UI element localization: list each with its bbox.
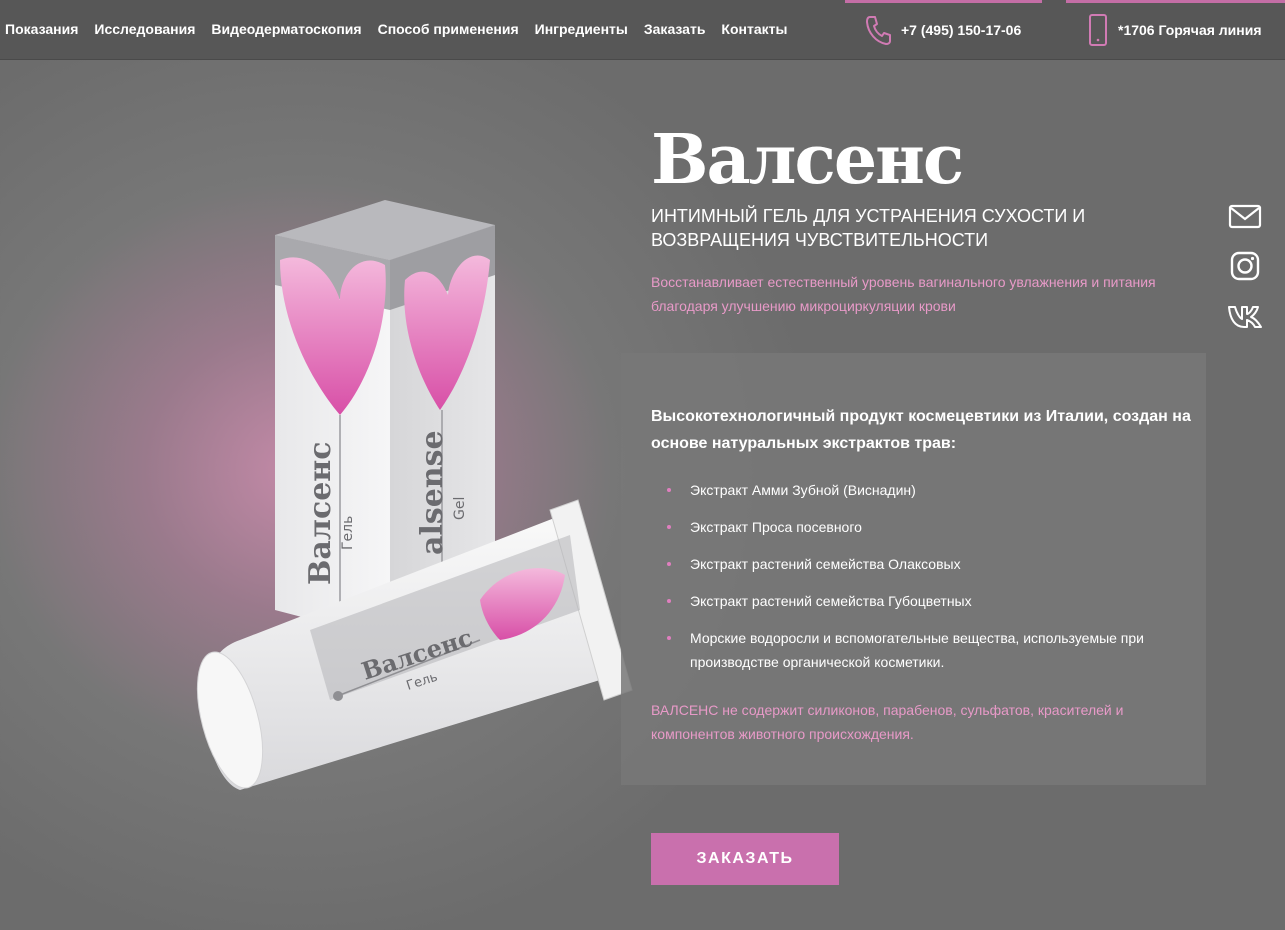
hotline-number: *1706 Горячая линия: [1118, 21, 1262, 38]
nav-link-indications[interactable]: Показания: [0, 0, 86, 59]
social-links: [1226, 198, 1266, 345]
product-image: Валсенс Гель alsense Gel Валсенс Гель: [180, 190, 650, 830]
phone-icon: [866, 15, 891, 45]
product-subtitle: ИНТИМНЫЙ ГЕЛЬ ДЛЯ УСТРАНЕНИЯ СУХОСТИ И В…: [651, 206, 1086, 250]
box-brand-ru: Валсенс: [303, 441, 338, 585]
hotline-accent-bar: [1066, 0, 1285, 3]
product-illustration: Валсенс Гель alsense Gel Валсенс Гель: [196, 200, 633, 790]
list-item: Экстракт Амми Зубной (Виснадин): [651, 478, 1196, 502]
top-navigation-bar: Показания Исследования Видеодерматоскопи…: [0, 0, 1285, 60]
nav-link-ingredients[interactable]: Ингредиенты: [527, 0, 636, 59]
list-item: Экстракт Проса посевного: [651, 515, 1196, 539]
box-sub-en: Gel: [452, 497, 468, 520]
list-item: Экстракт растений семейства Губоцветных: [651, 589, 1196, 613]
vk-icon[interactable]: [1226, 296, 1264, 334]
hero-section: Валсенс ИНТИМНЫЙ ГЕЛЬ ДЛЯ УСТРАНЕНИЯ СУХ…: [651, 120, 1221, 318]
mobile-phone-icon: [1089, 13, 1107, 46]
nav-link-contacts[interactable]: Контакты: [713, 0, 795, 59]
composition-note: ВАЛСЕНС не содержит силиконов, парабенов…: [651, 702, 1124, 742]
phone-accent-bar: [845, 0, 1042, 3]
hotline-contact[interactable]: *1706 Горячая линия: [1066, 0, 1285, 59]
ingredients-list: Экстракт Амми Зубной (Виснадин) Экстракт…: [651, 478, 1196, 687]
box-sub-ru: Гель: [340, 516, 356, 550]
product-tagline: Восстанавливает естественный уровень ваг…: [651, 274, 1156, 314]
main-nav: Показания Исследования Видеодерматоскопи…: [0, 0, 795, 59]
ingredients-heading: Высокотехнологичный продукт космецевтики…: [651, 408, 1191, 452]
order-button[interactable]: ЗАКАЗАТЬ: [651, 833, 839, 885]
nav-link-video-dermatoscopy[interactable]: Видеодерматоскопия: [203, 0, 369, 59]
phone-number: +7 (495) 150-17-06: [901, 21, 1022, 38]
brand-title: Валсенс: [651, 120, 964, 200]
nav-link-research[interactable]: Исследования: [86, 0, 203, 59]
list-item: Морские водоросли и вспомогательные веще…: [651, 626, 1196, 674]
ingredients-panel: Высокотехнологичный продукт космецевтики…: [621, 353, 1206, 785]
list-item: Экстракт растений семейства Олаксовых: [651, 552, 1196, 576]
nav-link-usage[interactable]: Способ применения: [370, 0, 527, 59]
nav-link-order[interactable]: Заказать: [636, 0, 714, 59]
phone-contact[interactable]: +7 (495) 150-17-06: [845, 0, 1042, 59]
instagram-icon[interactable]: [1226, 247, 1264, 285]
box-brand-en: alsense: [415, 430, 450, 555]
mail-icon[interactable]: [1226, 198, 1264, 236]
